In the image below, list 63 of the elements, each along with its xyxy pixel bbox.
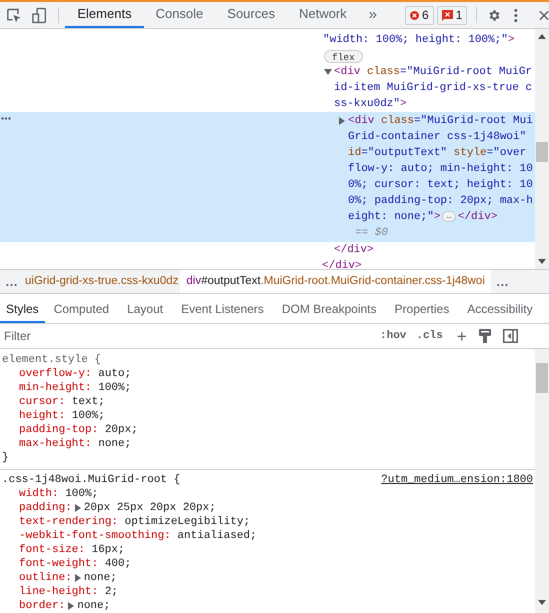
css-property[interactable]: border: (19, 599, 66, 613)
error-count-button[interactable]: 6 (405, 6, 434, 24)
css-property[interactable]: min-height: (19, 381, 92, 395)
panel-tab[interactable]: Network (286, 2, 359, 28)
sidebar-tab[interactable]: DOM Breakpoints (272, 297, 386, 323)
breadcrumb[interactable]: div#outputText.MuiGrid-root.MuiGrid-container.css-1j48woi (180, 270, 491, 293)
selected-node-highlight[interactable]: <div class="MuiGrid-root MuiGrid-container css-1j48woi" id="outputText" style="overflow-y: auto; min-height: 100%; cursor: text; height: 100%; padding-top: 20px; max-height: none;"> … </div> == $0 (0, 112, 535, 242)
css-value[interactable]: 16px; (92, 543, 125, 557)
more-breadcrumbs-button[interactable]: … (490, 272, 514, 292)
css-property[interactable]: padding: (19, 501, 72, 515)
dom-node-text[interactable]: <div class="MuiGrid-root MuiGrid-container css-1j48woi" id="outputText" style="overflow-y: auto; min-height: 100%; cursor: text; height: 100%; padding-top: 20px; max-height: none;"> … </div> (348, 113, 533, 225)
css-value[interactable]: none; (77, 599, 110, 613)
css-property[interactable]: -webkit-font-smoothing: (19, 529, 171, 543)
css-value[interactable]: antialiased; (177, 529, 257, 543)
flex-badge[interactable]: flex (324, 50, 363, 62)
css-property[interactable]: font-size: (19, 543, 86, 557)
css-property[interactable]: cursor: (19, 395, 66, 409)
sidebar-tab[interactable]: Layout (118, 297, 172, 323)
css-property[interactable]: max-height: (19, 437, 92, 451)
css-value[interactable]: 2; (104, 585, 118, 599)
css-value[interactable]: 20px 25px 20px 20px; (84, 501, 216, 515)
panel-tab[interactable]: Console (144, 2, 216, 28)
sidebar-tab[interactable]: Event Listeners (172, 297, 273, 323)
css-value[interactable]: 100%; (98, 381, 132, 395)
closing-tag: </div> (334, 244, 374, 256)
sidebar-tab[interactable]: Computed (44, 297, 118, 323)
dom-text[interactable]: "width: 100%; height: 100%;"> (323, 34, 514, 46)
cls-button[interactable]: .cls (416, 328, 443, 344)
css-value[interactable]: text; (72, 395, 105, 409)
issue-count-button[interactable]: 1 (436, 6, 468, 24)
closing-tag: </div> (322, 260, 362, 272)
closing-brace: } (2, 452, 9, 464)
css-value[interactable]: 400; (104, 557, 132, 571)
css-property[interactable]: text-rendering: (19, 515, 118, 529)
css-value[interactable]: 100%; (65, 487, 98, 501)
css-property[interactable]: outline: (19, 571, 72, 585)
css-property[interactable]: padding-top: (19, 423, 98, 437)
css-property[interactable]: height: (19, 409, 66, 423)
css-property[interactable]: overflow-y: (19, 367, 92, 381)
css-property[interactable]: width: (19, 487, 59, 501)
css-value[interactable]: 20px; (104, 423, 138, 437)
css-property[interactable]: line-height: (19, 585, 98, 599)
more-breadcrumbs-button[interactable]: … (0, 272, 23, 292)
css-value[interactable]: none; (84, 571, 117, 585)
selected-element-marker: == $0 (355, 227, 388, 239)
more-tabs-button[interactable]: » (368, 4, 378, 26)
css-value[interactable]: none; (98, 437, 132, 451)
css-selector: .css-1j48woi.MuiGrid-root { (2, 473, 180, 487)
css-value[interactable]: 100%; (72, 409, 105, 423)
dom-node-text[interactable]: <div class="MuiGrid-root MuiGrid-item MuiGrid-grid-xs-true css-kxu0dz"> (334, 64, 532, 112)
hov-button[interactable]: :hov (380, 328, 406, 344)
sidebar-tab[interactable]: Properties (386, 297, 458, 323)
panel-tab[interactable]: Elements (65, 2, 144, 28)
sidebar-tab[interactable]: Styles (0, 297, 45, 323)
breadcrumb[interactable]: uiGrid-grid-xs-true.css-kxu0dz (23, 270, 180, 293)
css-property[interactable]: font-weight: (19, 557, 98, 571)
css-value[interactable]: optimizeLegibility; (124, 515, 250, 529)
panel-tab[interactable]: Sources (215, 2, 287, 28)
source-link[interactable]: ?utm_medium…ension:1800 (381, 473, 533, 487)
css-value[interactable]: auto; (98, 367, 132, 381)
css-selector: element.style { (2, 353, 102, 367)
new-rule-button[interactable]: + (456, 328, 467, 344)
sidebar-tab[interactable]: Accessibility (458, 297, 542, 323)
